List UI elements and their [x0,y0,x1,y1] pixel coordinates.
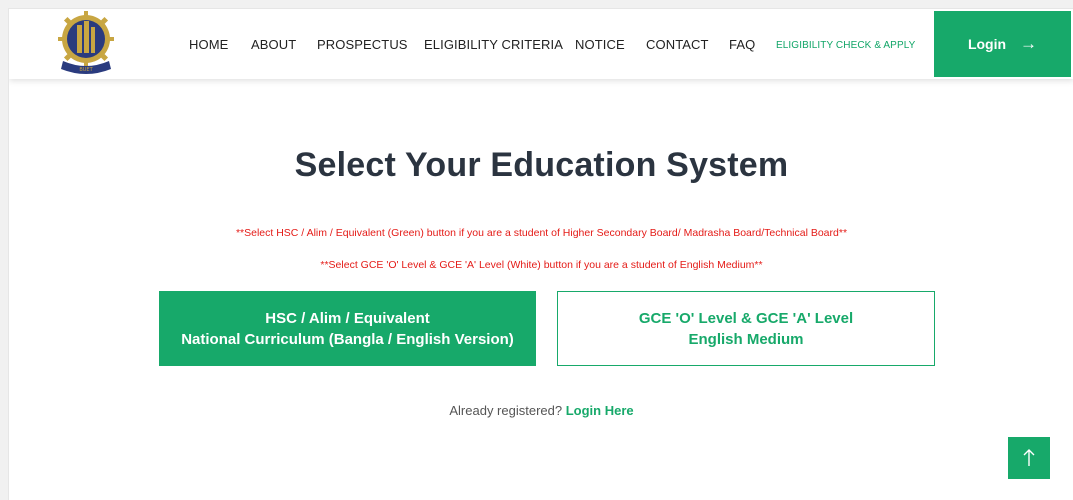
gce-button-line2: English Medium [688,330,804,348]
instruction-note-hsc: **Select HSC / Alim / Equivalent (Green)… [235,227,848,239]
login-button-label: Login [967,36,1007,52]
hsc-alim-button[interactable]: HSC / Alim / Equivalent National Curricu… [159,291,536,366]
nav-eligibility-check-apply[interactable]: ELIGIBILITY CHECK & APPLY [776,40,915,51]
scroll-to-top-button[interactable] [1008,437,1050,479]
arrow-up-icon [1023,449,1035,466]
gce-button-line1: GCE 'O' Level & GCE 'A' Level [638,309,854,327]
nav-notice[interactable]: NOTICE [575,37,625,52]
nav-prospectus[interactable]: PROSPECTUS [317,37,408,52]
page-frame: BUET HOME ABOUT PROSPECTUS ELIGIBILITY C… [8,8,1073,500]
login-button[interactable]: Login → [934,11,1071,77]
already-registered: Already registered? Login Here [9,403,1073,418]
university-logo[interactable]: BUET [55,9,117,79]
login-here-link[interactable]: Login Here [566,403,634,418]
instruction-note-gce: **Select GCE 'O' Level & GCE 'A' Level (… [320,259,763,271]
gce-level-button[interactable]: GCE 'O' Level & GCE 'A' Level English Me… [557,291,935,366]
page-title: Select Your Education System [294,146,789,184]
already-registered-text: Already registered? [449,403,563,418]
hsc-button-line2: National Curriculum (Bangla / English Ve… [181,330,514,348]
nav-contact[interactable]: CONTACT [646,37,709,52]
nav-faq[interactable]: FAQ [729,37,755,52]
hsc-button-line1: HSC / Alim / Equivalent [265,309,430,327]
site-header: BUET HOME ABOUT PROSPECTUS ELIGIBILITY C… [9,9,1073,79]
logo-text: BUET [79,67,93,73]
arrow-right-icon: → [1020,34,1038,53]
nav-home[interactable]: HOME [189,37,228,52]
nav-eligibility-criteria[interactable]: ELIGIBILITY CRITERIA [424,37,563,52]
nav-about[interactable]: ABOUT [251,37,296,52]
